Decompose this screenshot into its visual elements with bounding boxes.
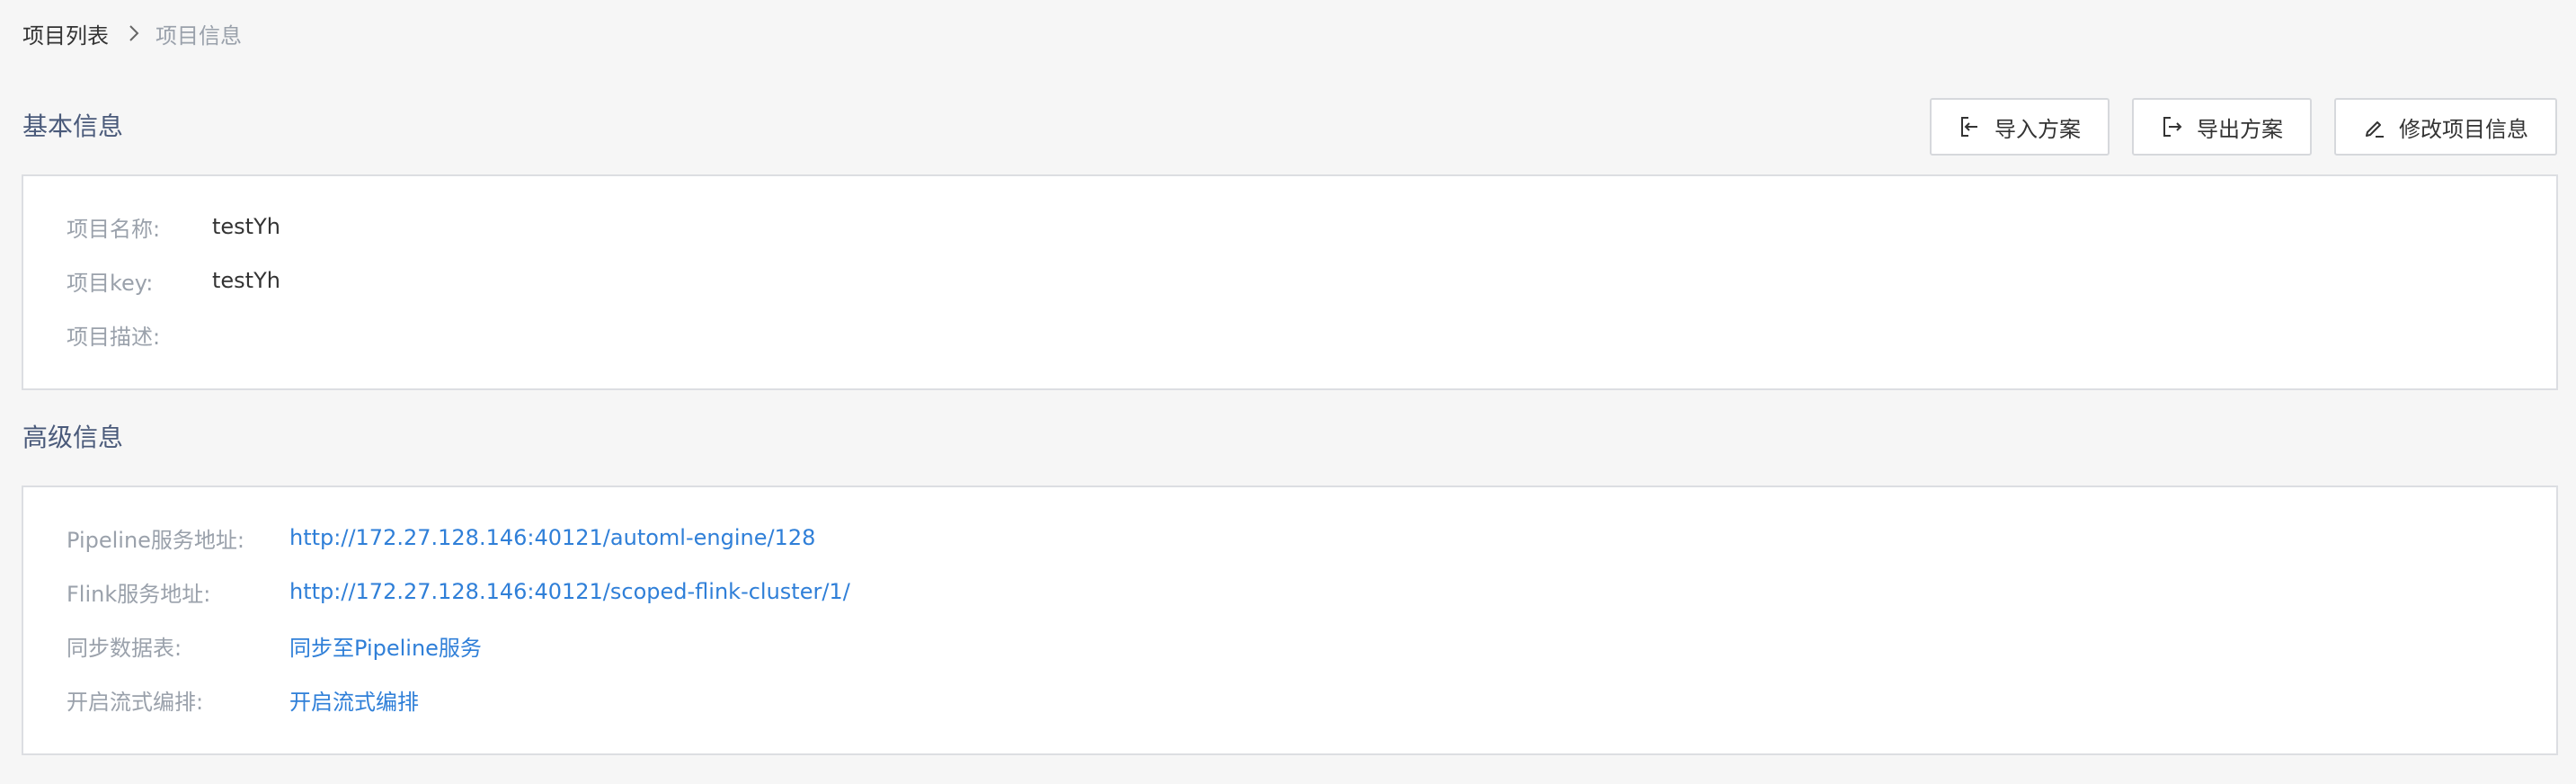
field-value: testYh [212, 268, 280, 293]
field-flink-service-url: Flink服务地址: http://172.27.128.146:40121/s… [67, 576, 850, 607]
field-sync-data-table: 同步数据表: 同步至Pipeline服务 [67, 630, 482, 661]
section-title-advanced: 高级信息 [22, 423, 124, 452]
flink-service-link[interactable]: http://172.27.128.146:40121/scoped-flink… [289, 579, 850, 604]
edit-project-info-label: 修改项目信息 [2399, 116, 2528, 142]
field-label: 项目key: [67, 270, 154, 296]
advanced-info-panel: Pipeline服务地址: http://172.27.128.146:4012… [22, 486, 2558, 755]
field-label: Flink服务地址: [67, 581, 211, 607]
export-plan-button[interactable]: 导出方案 [2132, 98, 2312, 156]
field-label: Pipeline服务地址: [67, 527, 245, 553]
field-project-description: 项目描述: [67, 319, 212, 350]
action-toolbar: 导入方案 导出方案 修改项目信息 [1930, 98, 2557, 156]
sync-to-pipeline-link[interactable]: 同步至Pipeline服务 [289, 630, 482, 662]
field-value: testYh [212, 214, 280, 239]
breadcrumb-item-project-info: 项目信息 [155, 22, 242, 49]
enable-stream-orchestration-link[interactable]: 开启流式编排 [289, 684, 419, 716]
export-plan-label: 导出方案 [2197, 116, 2283, 142]
export-icon [2161, 115, 2184, 138]
field-enable-stream-orchestration: 开启流式编排: 开启流式编排 [67, 684, 419, 715]
field-project-key: 项目key: testYh [67, 265, 280, 296]
import-icon [1959, 115, 1982, 138]
breadcrumb-item-project-list[interactable]: 项目列表 [22, 18, 109, 49]
field-pipeline-service-url: Pipeline服务地址: http://172.27.128.146:4012… [67, 522, 815, 553]
field-label: 同步数据表: [67, 635, 182, 661]
chevron-right-icon [121, 21, 147, 46]
field-project-name: 项目名称: testYh [67, 211, 280, 242]
edit-icon [2363, 115, 2386, 138]
import-plan-button[interactable]: 导入方案 [1930, 98, 2110, 156]
field-label: 项目名称: [67, 216, 161, 242]
breadcrumb: 项目列表 项目信息 [22, 18, 242, 49]
section-title-basic: 基本信息 [22, 111, 124, 141]
field-label: 开启流式编排: [67, 689, 204, 715]
basic-info-panel: 项目名称: testYh 项目key: testYh 项目描述: [22, 174, 2558, 390]
pipeline-service-link[interactable]: http://172.27.128.146:40121/automl-engin… [289, 525, 815, 550]
import-plan-label: 导入方案 [1994, 116, 2081, 142]
field-label: 项目描述: [67, 324, 161, 350]
edit-project-info-button[interactable]: 修改项目信息 [2334, 98, 2557, 156]
